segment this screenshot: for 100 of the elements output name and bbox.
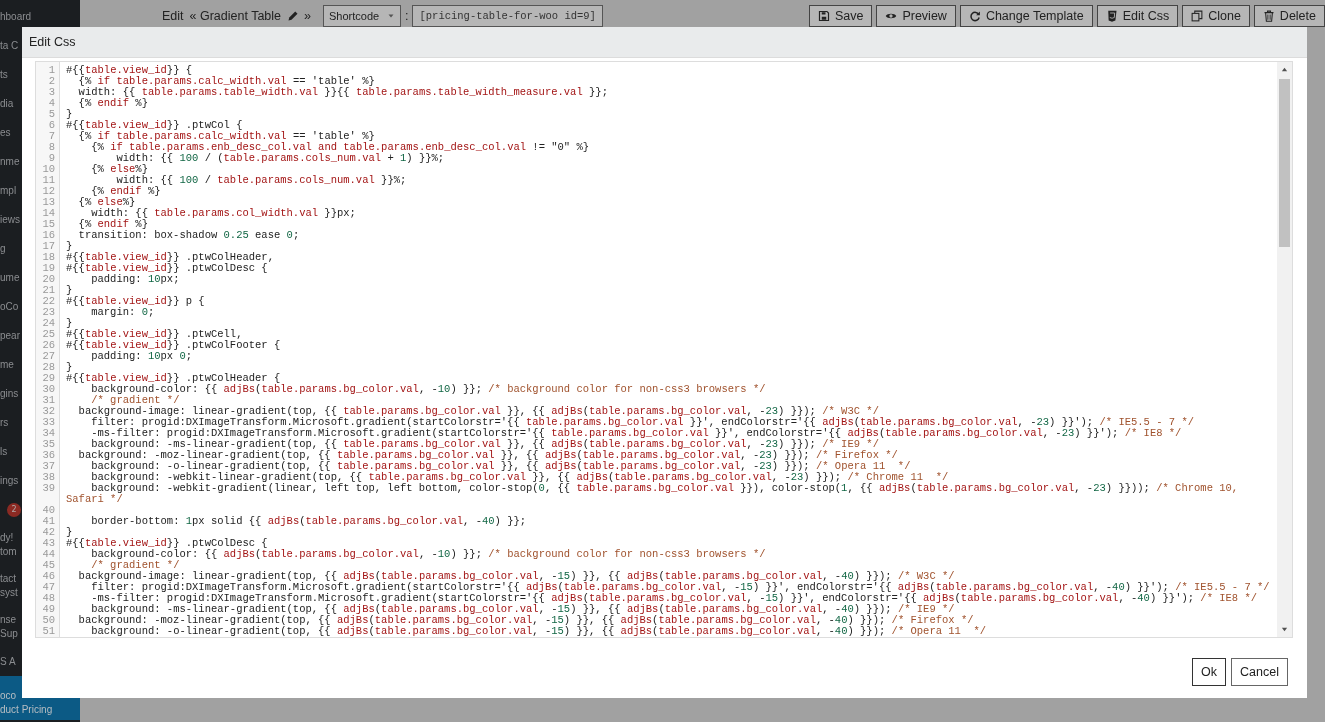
line-number: 42 (41, 527, 56, 538)
line-number: 33 (41, 417, 56, 428)
edit-label: Edit (162, 9, 184, 23)
line-number: 43 (41, 538, 56, 549)
code-line: -ms-filter: progid:DXImageTransform.Microsoft.gradient(startColorstr='{{ adjBs(table.params.bg_color.val, -15) }}', endColorstr='{{ adjBs(table.params.bg_color.val, -40) }}'); /* IE8 */ (90, 593, 1259, 604)
line-number: 21 (41, 285, 56, 296)
code-line: -ms-filter: progid:DXImageTransform.Microsoft.gradient(startColorstr='{{ table.params.bg_color.val }}', endColorstr='{{ adjBs(table.params.bg_color.val, -23) }}'); /* IE8 */ (90, 428, 1183, 439)
css-shield-icon (1105, 10, 1118, 22)
ok-button[interactable]: Ok (1192, 658, 1227, 686)
code-line: background: -webkit-gradient(linear, left top, left bottom, color-stop(0, {{ table.params.bg_color.val }}), color-stop(1, {{ adjBs(table.params.bg_color.val, -23) }})); /* Chrome 10, Safari */ (66, 483, 1240, 505)
menu-item[interactable]: 2 (0, 495, 22, 524)
code-line: #{{table.view_id}} .ptwCell, (66, 329, 243, 340)
menu-item[interactable]: hboard (0, 2, 80, 31)
line-number: 7 (47, 131, 56, 142)
pencil-icon (287, 10, 300, 22)
shortcode-field[interactable]: [pricing-table-for-woo id=9] (412, 5, 603, 27)
code-line: background: -o-linear-gradient(top, {{ adjBs(table.params.bg_color.val, -15) }}, {{ adjBs(table.params.bg_color.val, -40) }}); /* Opera 11 */ (91, 626, 988, 637)
line-number: 38 (41, 472, 56, 483)
code-line: } (66, 527, 74, 538)
code-line: } (66, 241, 74, 252)
line-number: 49 (41, 604, 56, 615)
code-line: transition: box-shadow 0.25 ease 0; (77, 230, 301, 241)
toolbar-button[interactable]: Clone (1182, 5, 1250, 27)
line-number: 34 (41, 428, 56, 439)
scrollbar[interactable] (1277, 62, 1292, 637)
code-line: background: -ms-linear-gradient(top, {{ adjBs(table.params.bg_color.val, -15) }}, {{ adjBs(table.params.bg_color.val, -40) }}); /* IE9 */ (91, 604, 956, 615)
code-line: background-color: {{ adjBs(table.params.bg_color.val, -10) }}; /* background color for non-css3 browsers */ (90, 549, 767, 560)
code-line: #{{table.view_id}} .ptwColHeader { (66, 373, 281, 384)
line-number: 35 (41, 439, 56, 450)
line-number: 37 (41, 461, 56, 472)
line-number: 47 (41, 582, 56, 593)
line-number: 29 (41, 373, 56, 384)
line-number: 30 (41, 384, 56, 395)
code-line: {% else%} (77, 197, 137, 208)
trash-icon (1262, 10, 1275, 22)
line-number: 10 (41, 164, 56, 175)
line-number: 46 (41, 571, 56, 582)
line-number: 20 (41, 274, 56, 285)
code-line: border-bottom: 1px solid {{ adjBs(table.params.bg_color.val, -40) }}; (90, 516, 528, 527)
line-number: 19 (41, 263, 56, 274)
code-line: background: -o-linear-gradient(top, {{ table.params.bg_color.val }}, {{ adjBs(table.params.bg_color.val, -23) }}); /* Opera 11 */ (91, 461, 912, 472)
line-number: 1 (47, 65, 56, 76)
code-line: {% else%} (90, 164, 148, 175)
code-line: background-image: linear-gradient(top, {{ adjBs(table.params.bg_color.val, -15) }}, {{ adjBs(table.params.bg_color.val, -40) }}); /* W3C */ (77, 571, 955, 582)
code-line: {% if table.params.enb_desc_col.val and table.params.enb_desc_col.val != "0" %} (90, 142, 591, 153)
code-line: {% endif %} (77, 98, 148, 109)
code-line: {% if table.params.calc_width.val == 'table' %} (78, 76, 375, 87)
toolbar-button[interactable]: Save (808, 5, 873, 27)
line-number: 5 (47, 109, 56, 120)
code-line: width: {{ table.params.col_width.val }}px; (91, 208, 357, 219)
scroll-up-icon (1281, 66, 1288, 73)
line-number: 25 (41, 329, 56, 340)
code-line: filter: progid:DXImageTransform.Microsoft.gradient(startColorstr='{{ adjBs(table.params.bg_color.val, -15) }}', endColorstr='{{ adjBs(table.params.bg_color.val, -40) }}'); /* IE5.5 - 7 */ (91, 582, 1271, 593)
code-line: background: -webkit-linear-gradient(top, {{ table.params.bg_color.val }}, {{ adjBs(table.params.bg_color.val, -23) }}); /* Chrome 11 */ (90, 472, 949, 483)
code-line: background: -ms-linear-gradient(top, {{ table.params.bg_color.val }}, {{ adjBs(table.params.bg_color.val, -23) }}); /* IE9 */ (91, 439, 879, 450)
code-line: {% if table.params.calc_width.val == 'table' %} (78, 131, 375, 142)
line-number: 45 (41, 560, 56, 571)
table-title: « Gradient Table (189, 9, 282, 23)
count-badge: 2 (7, 502, 21, 517)
line-number: 36 (41, 450, 56, 461)
line-number: 27 (41, 351, 56, 362)
scroll-thumb[interactable] (1279, 79, 1290, 247)
line-number: 28 (41, 362, 56, 373)
shortcode-select[interactable]: Shortcode (323, 5, 401, 27)
line-number: 8 (47, 142, 56, 153)
line-number: 17 (41, 241, 56, 252)
line-number: 26 (41, 340, 56, 351)
line-number: 9 (47, 153, 56, 164)
code-line: padding: 10px 0; (90, 351, 194, 362)
line-number: 32 (41, 406, 56, 417)
code-line: #{{table.view_id}} .ptwCol { (66, 120, 243, 131)
line-number: 39 (41, 483, 56, 496)
floppy-icon (817, 10, 830, 22)
toolbar-button[interactable]: Change Template (959, 5, 1093, 27)
code-line: {% endif %} (77, 219, 149, 230)
code-line: #{{table.view_id}} .ptwColDesc { (66, 538, 268, 549)
code-line: {% endif %} (90, 186, 162, 197)
line-number: 22 (41, 296, 56, 307)
code-line: padding: 10px; (90, 274, 181, 285)
code-line: } (66, 362, 74, 373)
line-number: 3 (47, 87, 56, 98)
line-number: 40 (41, 505, 56, 516)
code-line: width: {{ table.params.table_width.val }}{{ table.params.table_width_measure.val }}; (77, 87, 609, 98)
cancel-button[interactable]: Cancel (1231, 658, 1288, 686)
toolbar-button[interactable]: Preview (876, 5, 956, 27)
code-line: } (66, 109, 74, 120)
line-number: 50 (41, 615, 56, 626)
code-line: background: -moz-linear-gradient(top, {{ table.params.bg_color.val }}, {{ adjBs(table.params.bg_color.val, -23) }}); /* Firefox */ (77, 450, 899, 461)
code-line: margin: 0; (90, 307, 156, 318)
code-line: filter: progid:DXImageTransform.Microsoft.gradient(startColorstr='{{ table.params.bg_color.val }}', endColorstr='{{ adjBs(table.params.bg_color.val, -23) }}'); /* IE5.5 - 7 */ (91, 417, 1195, 428)
code-line: background-color: {{ adjBs(table.params.bg_color.val, -10) }}; /* background color for non-css3 browsers */ (90, 384, 767, 395)
toolbar-button[interactable]: Edit Css (1096, 5, 1179, 27)
toolbar-button[interactable]: Delete (1253, 5, 1325, 27)
code-line: /* gradient */ (91, 395, 180, 406)
line-number: 44 (41, 549, 56, 560)
copy-icon (1191, 10, 1204, 22)
line-number: 18 (41, 252, 56, 263)
line-number: 15 (41, 219, 56, 230)
code-line: #{{table.view_id}} p { (66, 296, 206, 307)
line-number: 48 (41, 593, 56, 604)
